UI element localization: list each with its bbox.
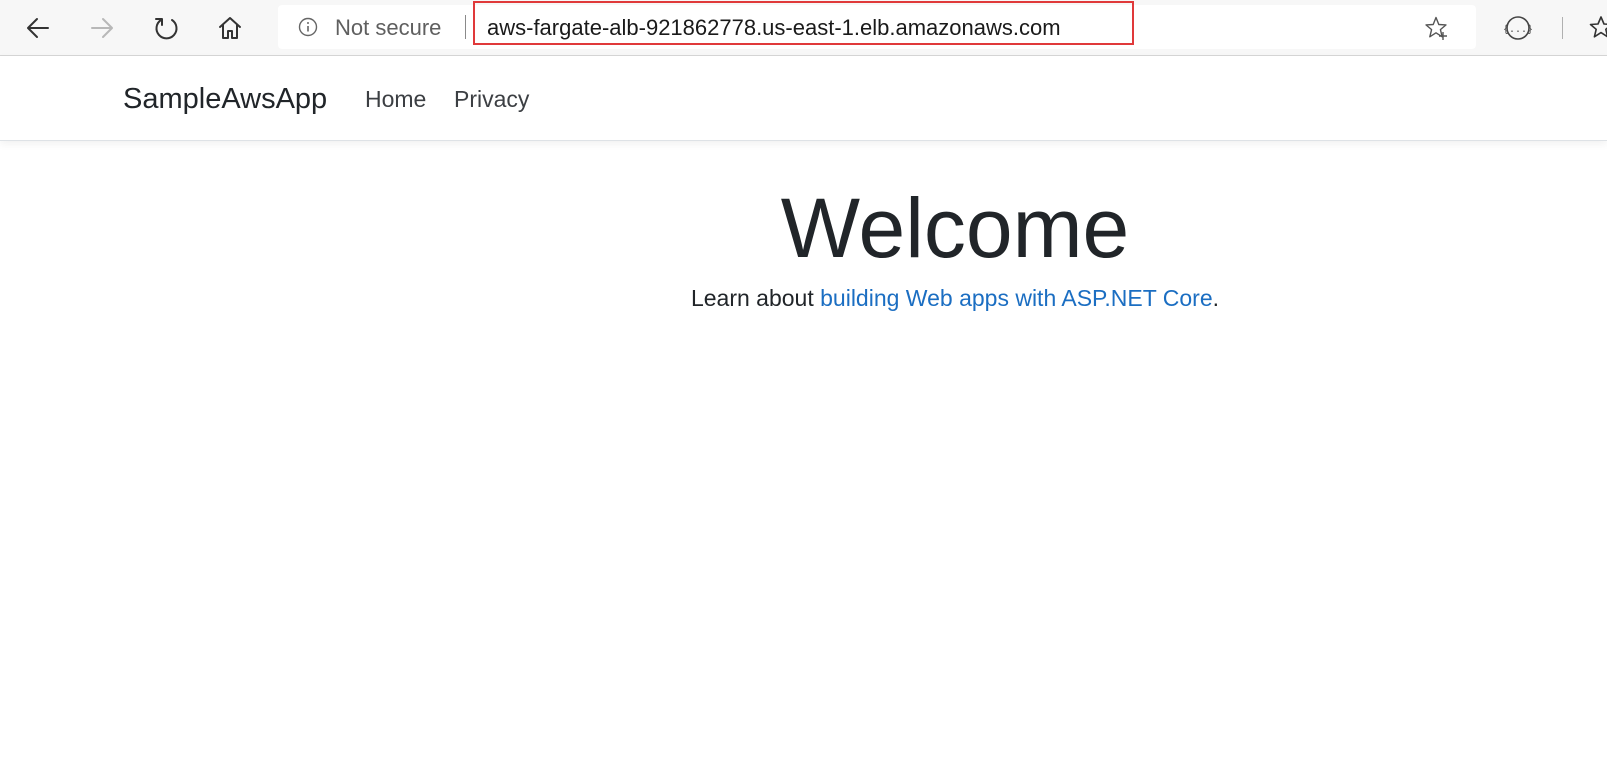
url-text[interactable]: aws-fargate-alb-921862778.us-east-1.elb.… — [487, 15, 1061, 41]
browser-toolbar: Not secure aws-fargate-alb-921862778.us-… — [0, 0, 1607, 56]
back-arrow-icon — [27, 18, 49, 38]
security-label[interactable]: Not secure — [335, 15, 441, 41]
nav-link-privacy[interactable]: Privacy — [454, 84, 529, 114]
learn-prefix: Learn about — [690, 285, 821, 311]
refresh-button[interactable] — [144, 6, 188, 50]
info-icon[interactable] — [298, 17, 318, 37]
address-bar[interactable]: Not secure aws-fargate-alb-921862778.us-… — [278, 5, 1476, 49]
home-icon — [219, 17, 241, 39]
forward-arrow-icon — [91, 18, 113, 38]
favorites-icon[interactable] — [1587, 14, 1607, 42]
app-navbar: SampleAwsApp Home Privacy — [0, 56, 1607, 141]
refresh-icon — [155, 18, 178, 40]
svg-text:{...}: {...} — [1504, 24, 1532, 36]
add-favorite-star-icon[interactable] — [1423, 15, 1449, 41]
toolbar-divider — [1562, 17, 1563, 39]
page-title: Welcome — [780, 181, 1130, 275]
extension-icon[interactable]: {...} — [1504, 14, 1532, 42]
home-button[interactable] — [208, 6, 252, 50]
learn-suffix: . — [1212, 285, 1220, 311]
back-button[interactable] — [16, 6, 60, 50]
brand-link[interactable]: SampleAwsApp — [123, 82, 327, 116]
address-divider — [465, 15, 466, 39]
forward-button[interactable] — [80, 6, 124, 50]
nav-link-home[interactable]: Home — [365, 84, 426, 114]
aspnet-docs-link[interactable]: building Web apps with ASP.NET Core — [820, 285, 1213, 311]
learn-paragraph: Learn about building Web apps with ASP.N… — [0, 283, 1607, 313]
